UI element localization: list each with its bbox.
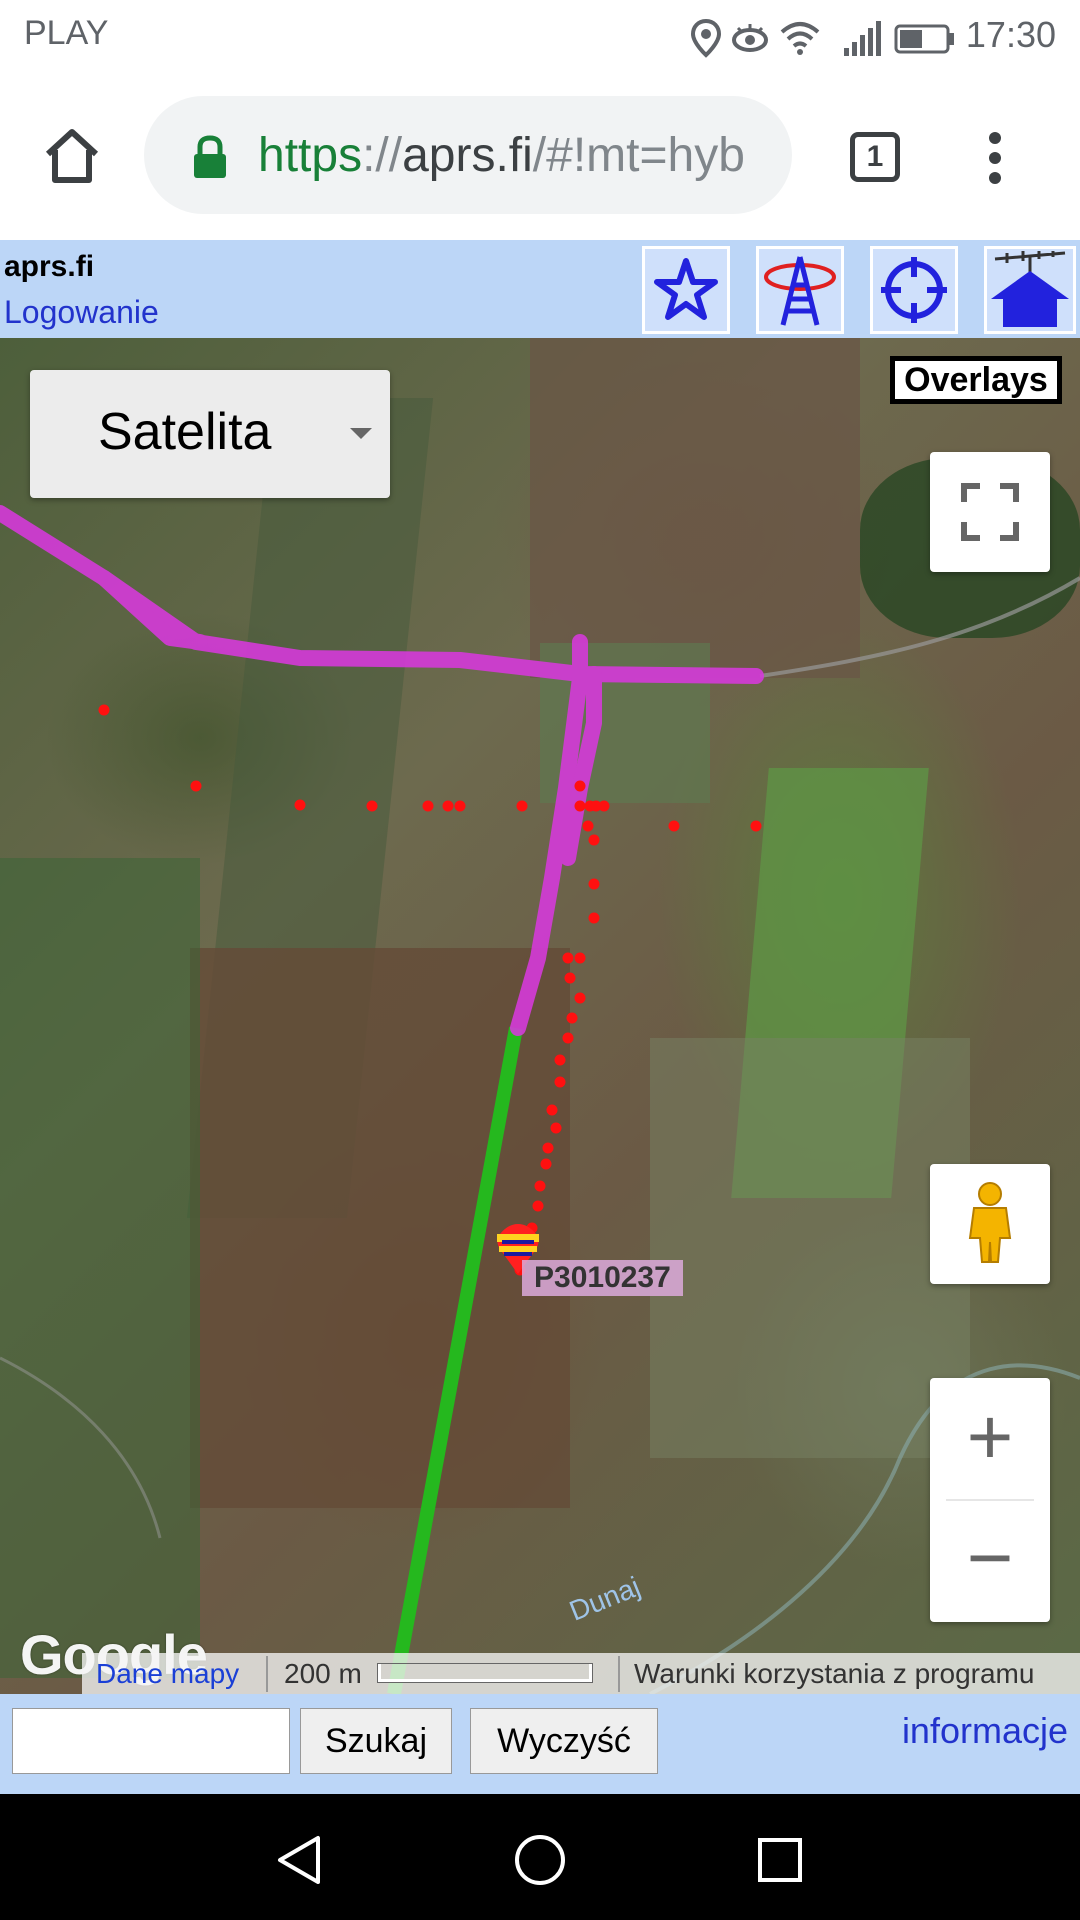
clear-button[interactable]: Wyczyść	[470, 1708, 658, 1774]
road	[759, 576, 1080, 678]
attribution-divider	[266, 1656, 268, 1692]
track-point[interactable]	[588, 878, 600, 890]
signal-icon	[844, 21, 881, 56]
search-input[interactable]	[12, 1708, 290, 1774]
track-point[interactable]	[750, 820, 762, 832]
more-vert-icon[interactable]	[980, 128, 1010, 188]
locate-button[interactable]	[870, 246, 958, 334]
zoom-in-button[interactable]: +	[930, 1378, 1050, 1498]
zoom-out-button[interactable]: −	[930, 1502, 1050, 1622]
track-point[interactable]	[540, 1158, 552, 1170]
track-point[interactable]	[588, 912, 600, 924]
track-point[interactable]	[566, 1012, 578, 1024]
favorites-star-icon	[654, 258, 718, 320]
battery-icon	[894, 24, 954, 54]
track-points	[98, 704, 762, 1276]
scale-bar	[378, 1664, 592, 1682]
track-point[interactable]	[574, 780, 586, 792]
street-view-button[interactable]	[930, 1164, 1050, 1284]
track-point[interactable]	[564, 972, 576, 984]
url-text[interactable]: https://aprs.fi/#!mt=hyb	[258, 128, 768, 183]
track-point[interactable]	[532, 1200, 544, 1212]
location-icon	[690, 18, 722, 58]
search-button[interactable]: Szukaj	[300, 1708, 452, 1774]
track-point[interactable]	[534, 1180, 546, 1192]
url-scheme: https	[258, 129, 363, 182]
terms-link[interactable]: Warunki korzystania z programu	[634, 1658, 1034, 1690]
track-point[interactable]	[562, 952, 574, 964]
road	[0, 1356, 162, 1539]
stations-button[interactable]	[756, 246, 844, 334]
home-icon[interactable]	[40, 124, 104, 188]
track-point[interactable]	[668, 820, 680, 832]
map-overlay	[0, 505, 1080, 1694]
track-point[interactable]	[294, 799, 306, 811]
track-point[interactable]	[442, 800, 454, 812]
antenna-tower-icon	[764, 256, 836, 326]
home-circle-icon[interactable]	[512, 1832, 568, 1888]
my-station-button[interactable]	[984, 246, 1076, 334]
tabs-icon[interactable]: 1	[850, 132, 900, 182]
login-link[interactable]: Logowanie	[4, 294, 159, 331]
track-point[interactable]	[582, 820, 594, 832]
track-point[interactable]	[554, 1076, 566, 1088]
info-link[interactable]: informacje	[902, 1710, 1068, 1752]
track-point[interactable]	[574, 800, 586, 812]
track-point[interactable]	[516, 800, 528, 812]
url-separator: ://	[362, 129, 403, 182]
track-point[interactable]	[366, 800, 378, 812]
station-label[interactable]: P3010237	[522, 1260, 683, 1296]
chevron-down-icon	[350, 428, 372, 439]
site-title: aprs.fi	[4, 250, 95, 283]
map-data-link[interactable]: Dane mapy	[96, 1658, 239, 1690]
track-point[interactable]	[98, 704, 110, 716]
track-point[interactable]	[588, 834, 600, 846]
map-type-label: Satelita	[98, 403, 272, 461]
back-icon[interactable]	[272, 1832, 328, 1888]
home-antenna-icon	[991, 251, 1069, 327]
carrier-name: PLAY	[24, 14, 109, 52]
favorites-button[interactable]	[642, 246, 730, 334]
track-point[interactable]	[598, 800, 610, 812]
fullscreen-button[interactable]	[930, 452, 1050, 572]
zoom-divider	[946, 1499, 1034, 1501]
track-point[interactable]	[562, 1032, 574, 1044]
locate-crosshair-icon	[881, 257, 947, 323]
track-point[interactable]	[454, 800, 466, 812]
track-point[interactable]	[550, 1122, 562, 1134]
eye-icon	[732, 24, 768, 52]
map-canvas[interactable]	[0, 338, 1080, 1694]
clock: 17:30	[965, 14, 1056, 55]
track-point[interactable]	[190, 780, 202, 792]
recents-icon[interactable]	[752, 1832, 808, 1888]
url-host: aprs.fi	[402, 129, 533, 182]
green-path	[387, 1026, 523, 1694]
track-point[interactable]	[546, 1104, 558, 1116]
track-point[interactable]	[574, 992, 586, 1004]
track-line	[0, 505, 764, 1036]
track-point[interactable]	[554, 1054, 566, 1066]
attribution-divider	[618, 1656, 620, 1692]
overlays-button[interactable]: Overlays	[890, 356, 1062, 404]
scale-label[interactable]: 200 m	[284, 1658, 362, 1690]
url-path: /#!mt=hyb	[532, 129, 745, 182]
lock-icon	[194, 135, 226, 178]
pegman-icon	[968, 1182, 1012, 1263]
track-point[interactable]	[574, 952, 586, 964]
track-point[interactable]	[542, 1142, 554, 1154]
fullscreen-icon	[961, 483, 1019, 541]
wifi-icon	[780, 22, 820, 55]
track-point[interactable]	[422, 800, 434, 812]
